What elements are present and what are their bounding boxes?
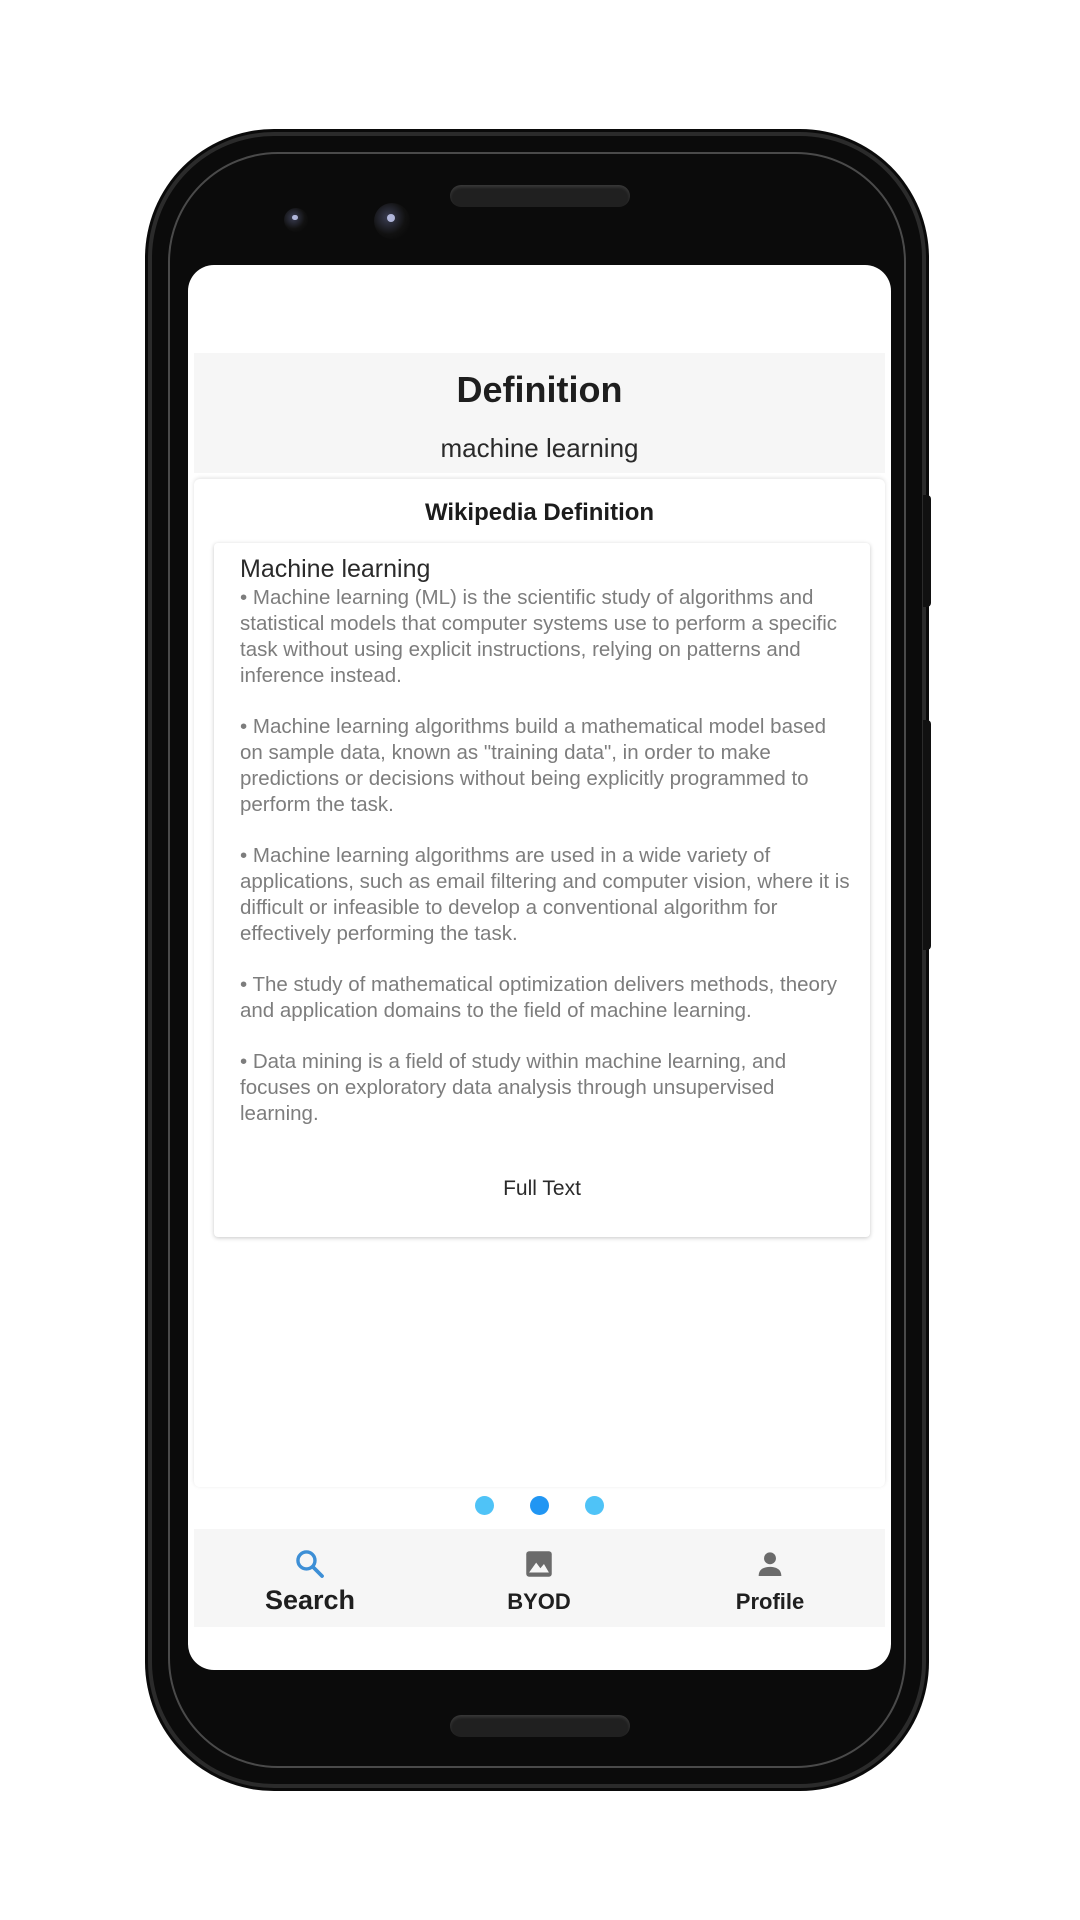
definition-list: • Machine learning (ML) is the scientifi… xyxy=(240,585,852,1152)
full-text-button[interactable]: Full Text xyxy=(214,1177,870,1201)
nav-label-byod: BYOD xyxy=(507,1589,571,1614)
front-sensor-icon xyxy=(374,203,410,239)
search-icon xyxy=(296,1550,324,1578)
page-dot-1[interactable] xyxy=(474,1496,494,1515)
bottom-navigation: Search BYOD Profile xyxy=(194,1529,885,1627)
definition-item: • Machine learning (ML) is the scientifi… xyxy=(240,586,838,687)
power-button xyxy=(923,495,931,607)
nav-item-search[interactable]: Search xyxy=(230,1529,390,1627)
nav-item-byod[interactable]: BYOD xyxy=(459,1529,619,1627)
definition-item: • Machine learning algorithms build a ma… xyxy=(240,715,827,816)
nav-label-profile: Profile xyxy=(735,1589,805,1614)
page-dot-2[interactable] xyxy=(530,1496,549,1515)
nav-label-search: Search xyxy=(264,1585,356,1615)
definition-item: • Machine learning algorithms are used i… xyxy=(240,844,850,945)
app-screen: Definition machine learning Wikipedia De… xyxy=(188,265,891,1670)
search-term: machine learning xyxy=(440,433,639,463)
article-heading: Machine learning xyxy=(240,555,431,583)
page-dot-3[interactable] xyxy=(585,1496,605,1515)
wikipedia-card: Machine learning • Machine learning (ML)… xyxy=(214,543,870,1237)
front-camera-icon xyxy=(284,208,308,232)
page-indicator xyxy=(188,1496,891,1516)
app-header: Definition machine learning xyxy=(194,353,885,473)
bottom-speaker xyxy=(450,1715,630,1737)
volume-button xyxy=(923,720,931,950)
canvas: Definition machine learning Wikipedia De… xyxy=(0,0,1080,1920)
page-title: Definition xyxy=(456,369,623,410)
definition-panel: Wikipedia Definition Machine learning • … xyxy=(194,479,885,1487)
nav-item-profile[interactable]: Profile xyxy=(690,1529,850,1627)
card-title: Wikipedia Definition xyxy=(424,499,655,526)
definition-item: • The study of mathematical optimization… xyxy=(240,973,838,1022)
image-icon xyxy=(526,1551,552,1577)
earpiece-speaker xyxy=(450,185,630,207)
definition-item: • Data mining is a field of study within… xyxy=(240,1050,787,1125)
person-icon xyxy=(758,1552,782,1577)
